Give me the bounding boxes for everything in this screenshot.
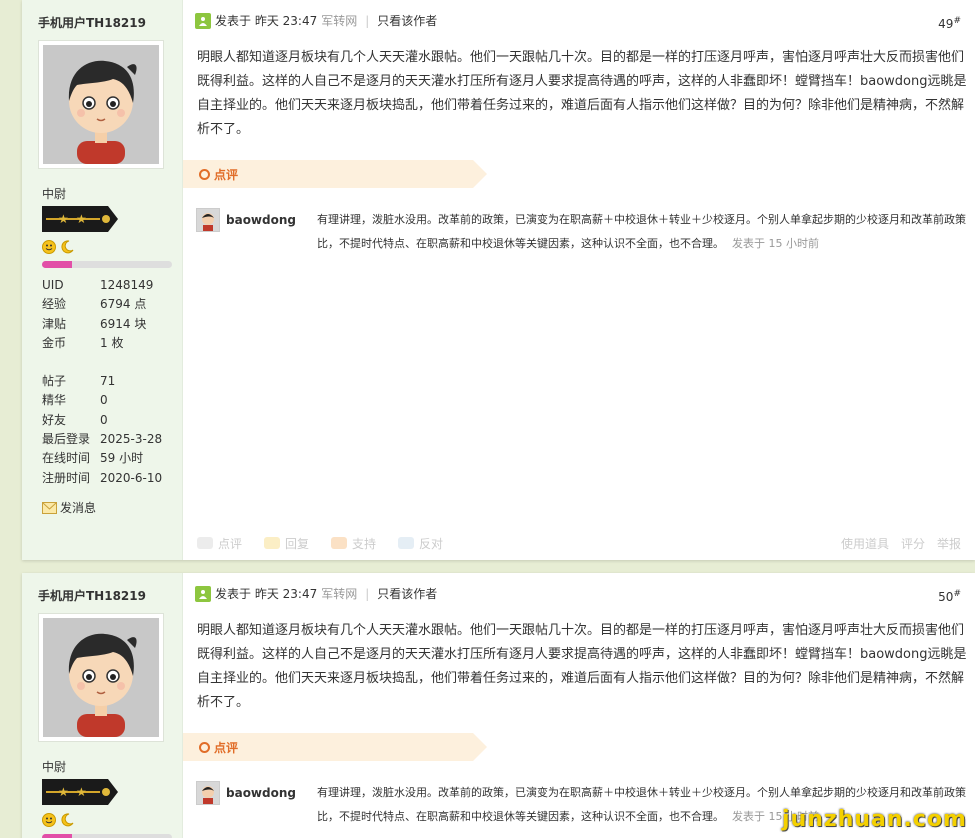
circle-icon [199, 169, 210, 180]
reply-button[interactable]: 回复 [264, 535, 309, 552]
avatar[interactable] [38, 613, 164, 742]
stat-uid: UID 1248149 [42, 278, 154, 292]
post-content: 明眼人都知道逐月板块有几个人天天灌水跟帖。他们一天跟帖几十次。目的都是一样的打压… [197, 50, 967, 137]
stat-coins: 金币 1 枚 [42, 335, 124, 350]
stat-last-login: 最后登录 2025-3-28 [42, 432, 163, 447]
post-time: 发表于 昨天 23:47 [215, 587, 318, 601]
meta-divider: | [365, 586, 370, 601]
avatar-image [43, 618, 159, 737]
support-button[interactable]: 支持 [331, 535, 376, 552]
svg-text:★: ★ [76, 212, 87, 226]
site-watermark: junzhuan.com [782, 807, 967, 832]
svg-text:★: ★ [58, 212, 69, 226]
post-main: 发表于 昨天 23:47 军转网 | 只看该作者 50# 明眼人都知道逐月板块有… [183, 573, 975, 838]
post-time: 发表于 昨天 23:47 [215, 14, 318, 28]
level-progress-fill [42, 261, 72, 268]
rank-badge-icon: ★ ★ [42, 779, 118, 808]
avatar[interactable] [38, 40, 164, 169]
comment-avatar[interactable] [196, 208, 220, 232]
level-icons [42, 812, 74, 827]
level-progress-fill [42, 834, 72, 838]
stat-online-time: 在线时间 59 小时 [42, 451, 144, 466]
post-meta: 发表于 昨天 23:47 军转网 | 只看该作者 [195, 12, 437, 29]
stat-friends: 好友 0 [42, 412, 108, 427]
author-name[interactable]: 手机用户TH18219 [38, 587, 146, 604]
author-name[interactable]: 手机用户TH18219 [38, 14, 146, 31]
thumb-down-icon [398, 537, 415, 549]
comment-text: 有理讲理，泼脏水没用。改革前的政策，已演变为在职高薪＋中校退休＋转业＋少校逐月。… [317, 213, 966, 250]
author-stats: UID 1248149 经验 6794 点 津贴 6914 块 金币 1 枚 帖子 71 … [42, 276, 162, 488]
circle-icon [199, 742, 210, 753]
comment-icon [197, 537, 213, 549]
rank-title: 中尉 [42, 760, 67, 774]
online-status-icon [195, 12, 211, 29]
thumb-up-icon [331, 537, 348, 549]
rate-button[interactable]: 评分 [901, 535, 925, 552]
post-source: 军转网 [321, 14, 358, 28]
floor-number[interactable]: 49# [938, 16, 961, 31]
level-progress-bar [42, 261, 172, 268]
level-progress-bar [42, 834, 172, 838]
stat-posts: 帖子 71 [42, 374, 116, 389]
floor-number[interactable]: 50# [938, 589, 961, 604]
smile-icon [42, 812, 56, 827]
dianping-header: 点评 [183, 160, 487, 188]
only-author-link[interactable]: 只看该作者 [377, 585, 437, 602]
send-message-link[interactable]: 发消息 [42, 499, 96, 516]
stat-digest: 精华 0 [42, 393, 108, 408]
reply-icon [264, 537, 281, 549]
avatar-image [43, 45, 159, 164]
stat-exp: 经验 6794 点 [42, 297, 147, 312]
oppose-button[interactable]: 反对 [398, 535, 443, 552]
dianping-button[interactable]: 点评 [197, 535, 242, 552]
dianping-header: 点评 [183, 733, 487, 761]
stat-allowance: 津贴 6914 块 [42, 316, 147, 331]
use-item-button[interactable]: 使用道具 [841, 535, 889, 552]
svg-text:★: ★ [58, 785, 69, 799]
rank-badge-icon: ★ ★ [42, 206, 118, 235]
post-meta: 发表于 昨天 23:47 军转网 | 只看该作者 [195, 585, 437, 602]
report-button[interactable]: 举报 [937, 535, 961, 552]
post-actions: 点评 回复 支持 反对 使用道具 评分 举报 [197, 533, 961, 553]
moon-icon [61, 239, 74, 253]
online-status-icon [195, 585, 211, 602]
post-source: 军转网 [321, 587, 358, 601]
comment-username[interactable]: baowdong [226, 786, 296, 800]
author-sidebar: 手机用户TH18219 中尉 ★ [22, 0, 183, 560]
post-main: 发表于 昨天 23:47 军转网 | 只看该作者 49# 明眼人都知道逐月板块有… [183, 0, 975, 560]
moon-icon [61, 812, 74, 826]
post-content: 明眼人都知道逐月板块有几个人天天灌水跟帖。他们一天跟帖几十次。目的都是一样的打压… [197, 623, 967, 710]
post-49: 手机用户TH18219 中尉 ★ ★ UID 1248149 经验 6794 点… [22, 0, 975, 560]
envelope-icon [42, 501, 57, 514]
level-icons [42, 239, 74, 254]
meta-divider: | [365, 13, 370, 28]
stat-register-time: 注册时间 2020-6-10 [42, 470, 163, 485]
comment-username[interactable]: baowdong [226, 213, 296, 227]
author-sidebar: 手机用户TH18219 中尉 ★ [22, 573, 183, 838]
only-author-link[interactable]: 只看该作者 [377, 12, 437, 29]
rank-title: 中尉 [42, 187, 67, 201]
comment-avatar[interactable] [196, 781, 220, 805]
svg-text:★: ★ [76, 785, 87, 799]
smile-icon [42, 239, 56, 254]
post-50: 手机用户TH18219 中尉 ★ ★ 发表于 昨天 23:47 军转网 | 只看… [22, 573, 975, 838]
comment-time: 发表于 15 小时前 [732, 237, 819, 250]
